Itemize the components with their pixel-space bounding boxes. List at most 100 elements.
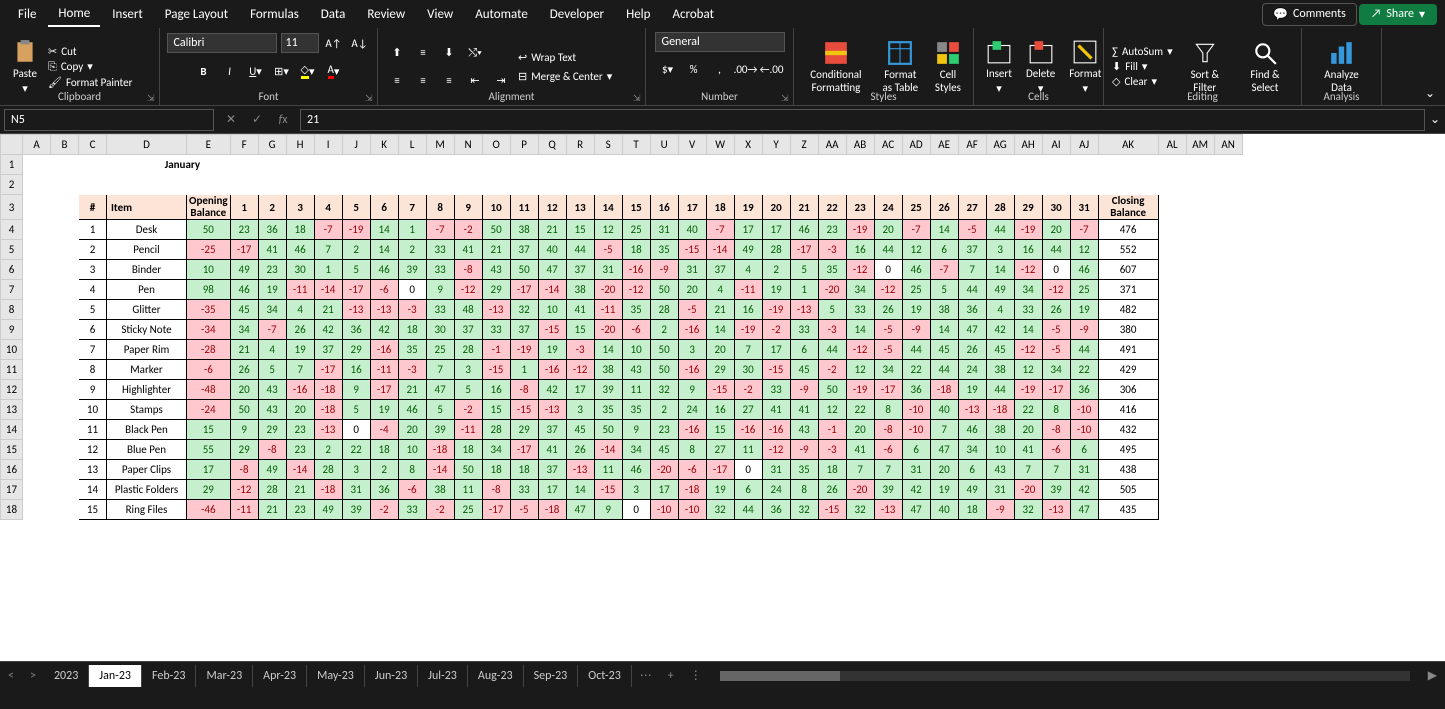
- cell-day[interactable]: 38: [566, 280, 594, 300]
- col-header-AA[interactable]: AA: [818, 135, 846, 155]
- cell-day[interactable]: -6: [370, 280, 398, 300]
- cell-day[interactable]: 46: [398, 400, 426, 420]
- cell-day[interactable]: -14: [286, 460, 314, 480]
- cell-day[interactable]: 19: [370, 400, 398, 420]
- cell-day[interactable]: 19: [930, 480, 958, 500]
- cell-day[interactable]: -16: [678, 360, 706, 380]
- cell-day[interactable]: 19: [958, 380, 986, 400]
- col-header-S[interactable]: S: [594, 135, 622, 155]
- cell-day[interactable]: 5: [342, 260, 370, 280]
- cell-day[interactable]: 11: [594, 460, 622, 480]
- cell-day[interactable]: 14: [846, 320, 874, 340]
- cell-day[interactable]: -13: [342, 300, 370, 320]
- cell-opening[interactable]: -35: [187, 300, 231, 320]
- cell-day[interactable]: 14: [1014, 320, 1042, 340]
- menu-page-layout[interactable]: Page Layout: [155, 3, 238, 26]
- cell-day[interactable]: 40: [930, 500, 958, 520]
- cell-day[interactable]: -5: [678, 300, 706, 320]
- cell-num[interactable]: 2: [79, 240, 107, 260]
- cell-day[interactable]: 14: [930, 320, 958, 340]
- cell-day[interactable]: -16: [370, 340, 398, 360]
- cell-day[interactable]: 4: [286, 300, 314, 320]
- cell-day[interactable]: 36: [1070, 380, 1098, 400]
- col-header-AL[interactable]: AL: [1158, 135, 1186, 155]
- cell-day[interactable]: 35: [594, 400, 622, 420]
- decrease-decimal-icon[interactable]: ←.00: [761, 58, 783, 80]
- cell-day[interactable]: 30: [734, 360, 762, 380]
- cell-day[interactable]: 41: [790, 400, 818, 420]
- cell-day[interactable]: 17: [734, 220, 762, 240]
- cell-day[interactable]: 14: [594, 340, 622, 360]
- number-format-select[interactable]: General: [655, 32, 785, 52]
- cell-day[interactable]: 6: [790, 340, 818, 360]
- row-header-17[interactable]: 17: [1, 480, 23, 500]
- cell-day[interactable]: 3: [622, 480, 650, 500]
- cell-day[interactable]: -19: [762, 300, 790, 320]
- cell-day[interactable]: 21: [286, 480, 314, 500]
- cell-day[interactable]: 17: [762, 220, 790, 240]
- cell-day[interactable]: 0: [1042, 260, 1070, 280]
- cell-day[interactable]: 46: [1070, 260, 1098, 280]
- clear-button[interactable]: ◇Clear▾: [1112, 75, 1173, 88]
- cell-day[interactable]: 41: [846, 440, 874, 460]
- cell-day[interactable]: 44: [1070, 340, 1098, 360]
- cell-day[interactable]: 29: [706, 360, 734, 380]
- cell-opening[interactable]: -25: [187, 240, 231, 260]
- cell-day[interactable]: 50: [650, 340, 678, 360]
- cell-day[interactable]: 26: [874, 300, 902, 320]
- cell-day[interactable]: 0: [622, 500, 650, 520]
- cell-day[interactable]: 44: [986, 380, 1014, 400]
- cell-day[interactable]: 7: [958, 260, 986, 280]
- row-header-12[interactable]: 12: [1, 380, 23, 400]
- cell-day[interactable]: 49: [258, 460, 286, 480]
- cell-opening[interactable]: 10: [187, 260, 231, 280]
- sheet-tab[interactable]: Mar-23: [196, 665, 253, 687]
- cell-day[interactable]: -1: [482, 340, 510, 360]
- cell-day[interactable]: 3: [342, 460, 370, 480]
- horizontal-scrollbar[interactable]: [720, 671, 1410, 681]
- cell-num[interactable]: 8: [79, 360, 107, 380]
- cell-day[interactable]: -12: [846, 260, 874, 280]
- row-header-8[interactable]: 8: [1, 300, 23, 320]
- dialog-launcher-icon[interactable]: ⇲: [633, 93, 643, 103]
- cell-day[interactable]: 5: [790, 260, 818, 280]
- row-header-16[interactable]: 16: [1, 460, 23, 480]
- sheet-tab-year[interactable]: 2023: [44, 665, 89, 687]
- cell-day[interactable]: -12: [1042, 280, 1070, 300]
- cell-day[interactable]: 18: [286, 220, 314, 240]
- cell-day[interactable]: 30: [286, 260, 314, 280]
- cell-day[interactable]: 22: [846, 400, 874, 420]
- cell-day[interactable]: 38: [930, 300, 958, 320]
- cell-day[interactable]: -9: [790, 380, 818, 400]
- cell-day[interactable]: 12: [1070, 240, 1098, 260]
- cell-day[interactable]: 6: [734, 480, 762, 500]
- cell-day[interactable]: 14: [706, 320, 734, 340]
- cell-day[interactable]: 26: [818, 480, 846, 500]
- cell-day[interactable]: -10: [1070, 420, 1098, 440]
- cell-day[interactable]: 19: [286, 340, 314, 360]
- cell-day[interactable]: 24: [762, 480, 790, 500]
- cell-day[interactable]: 27: [734, 400, 762, 420]
- cell-day[interactable]: -10: [1070, 400, 1098, 420]
- find-select-button[interactable]: Find & Select: [1237, 38, 1293, 96]
- col-header-Q[interactable]: Q: [538, 135, 566, 155]
- menu-insert[interactable]: Insert: [102, 3, 153, 26]
- cell-day[interactable]: 8: [874, 400, 902, 420]
- cell-day[interactable]: -10: [902, 400, 930, 420]
- format-as-table-button[interactable]: Format as Table: [876, 38, 925, 96]
- cell-day[interactable]: -17: [510, 280, 538, 300]
- cell-day[interactable]: 19: [762, 280, 790, 300]
- cell-day[interactable]: 28: [454, 340, 482, 360]
- insert-cells-button[interactable]: Insert▾: [982, 37, 1016, 97]
- col-header-F[interactable]: F: [230, 135, 258, 155]
- cell-day[interactable]: -2: [818, 360, 846, 380]
- cell-day[interactable]: 10: [398, 440, 426, 460]
- cell-day[interactable]: 21: [482, 240, 510, 260]
- cell-day[interactable]: 30: [426, 320, 454, 340]
- col-header-O[interactable]: O: [482, 135, 510, 155]
- cell-day[interactable]: 50: [650, 360, 678, 380]
- col-header-E[interactable]: E: [187, 135, 231, 155]
- cell-day[interactable]: -15: [510, 400, 538, 420]
- cell-day[interactable]: -20: [1014, 480, 1042, 500]
- cell-day[interactable]: 28: [762, 240, 790, 260]
